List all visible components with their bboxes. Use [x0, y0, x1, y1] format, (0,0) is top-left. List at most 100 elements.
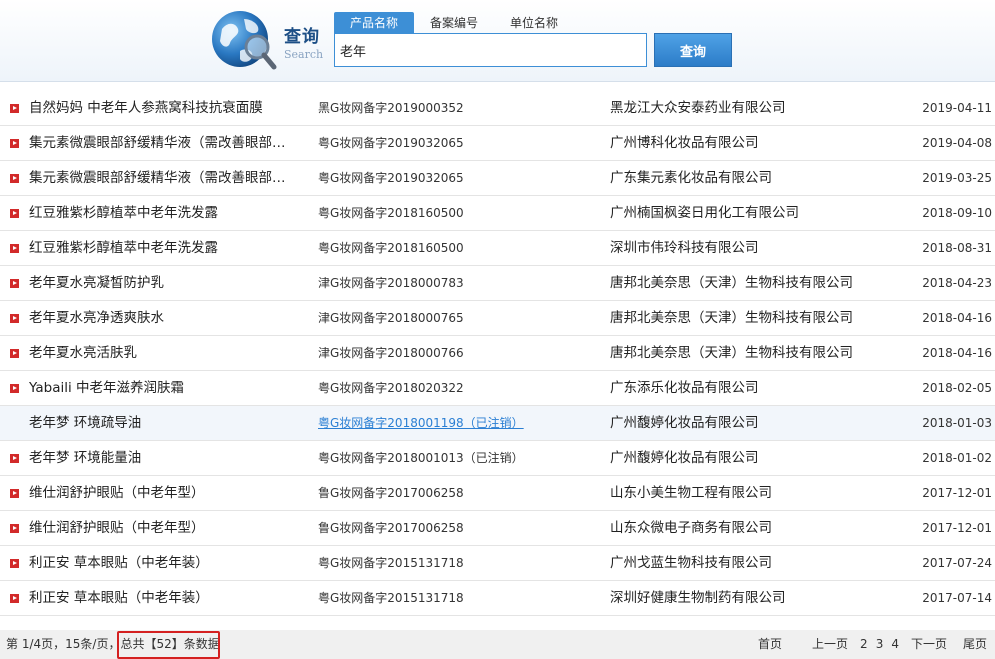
company-name: 深圳市伟玲科技有限公司 [610, 240, 759, 256]
product-name[interactable]: 红豆雅紫杉醇植萃中老年洗发露 [29, 196, 304, 231]
pager: 首页 上一页 2 3 4 下一页 尾页 [750, 630, 995, 659]
record-date: 2019-04-11 [922, 101, 992, 115]
product-name[interactable]: 老年夏水亮凝皙防护乳 [29, 266, 304, 301]
logo-text: 查询 Search [284, 22, 334, 61]
company-name: 广州馥婷化妆品有限公司 [610, 450, 759, 466]
search-tabs: 产品名称 备案编号 单位名称 [334, 12, 574, 34]
table-row[interactable]: 老年梦 环境疏导油 粤G妆网备字2018001198（已注销） 广州馥婷化妆品有限公… [0, 406, 995, 441]
company-name: 黑龙江大众安泰药业有限公司 [610, 100, 786, 116]
company-name: 唐邦北美奈思（天津）生物科技有限公司 [610, 310, 853, 326]
registration-number: 粤G妆网备字2015131718 [318, 556, 464, 570]
arrow-bullet-icon [10, 174, 19, 183]
record-date: 2018-08-31 [922, 241, 992, 255]
last-page-link[interactable]: 尾页 [955, 630, 995, 659]
record-date: 2017-12-01 [922, 521, 992, 535]
registration-number: 粤G妆网备字2015131718 [318, 591, 464, 605]
table-row[interactable]: 老年夏水亮活肤乳 津G妆网备字2018000766 唐邦北美奈思（天津）生物科技有限… [0, 336, 995, 371]
arrow-bullet-icon [10, 559, 19, 568]
product-name[interactable]: Yabaili 中老年滋养润肤霜 [29, 371, 304, 406]
page-link-4[interactable]: 4 [887, 630, 903, 659]
product-name[interactable]: 集元素微震眼部舒缓精华液（需改善眼部… [29, 126, 304, 161]
product-name[interactable]: 老年夏水亮净透爽肤水 [29, 301, 304, 336]
results-list: 自然妈妈 中老年人参燕窝科技抗衰面膜 黑G妆网备字2019000352 黑龙江大众安… [0, 91, 995, 616]
record-date: 2017-07-24 [922, 556, 992, 570]
search-button[interactable]: 查询 [654, 33, 732, 67]
table-row[interactable]: 红豆雅紫杉醇植萃中老年洗发露 粤G妆网备字2018160500 深圳市伟玲科技有限公… [0, 231, 995, 266]
page-link-3[interactable]: 3 [872, 630, 888, 659]
tab-company-name[interactable]: 单位名称 [494, 12, 574, 34]
registration-number: 鲁G妆网备字2017006258 [318, 521, 464, 535]
product-name[interactable]: 自然妈妈 中老年人参燕窝科技抗衰面膜 [29, 91, 304, 126]
table-row[interactable]: 集元素微震眼部舒缓精华液（需改善眼部… 粤G妆网备字2019032065 广州博科化… [0, 126, 995, 161]
product-name[interactable]: 集元素微震眼部舒缓精华液（需改善眼部… [29, 161, 304, 196]
table-row[interactable]: 老年夏水亮凝皙防护乳 津G妆网备字2018000783 唐邦北美奈思（天津）生物科技… [0, 266, 995, 301]
registration-number: 粤G妆网备字2019032065 [318, 136, 464, 150]
search-input[interactable] [334, 33, 647, 67]
product-name[interactable]: 老年梦 环境疏导油 [29, 406, 304, 441]
company-name: 广州戈蓝生物科技有限公司 [610, 555, 772, 571]
product-name[interactable]: 老年梦 环境能量油 [29, 441, 304, 476]
product-name[interactable]: 利正安 草本眼贴（中老年装） [29, 546, 304, 581]
company-name: 唐邦北美奈思（天津）生物科技有限公司 [610, 345, 853, 361]
registration-number: 黑G妆网备字2019000352 [318, 101, 464, 115]
tab-registration-number[interactable]: 备案编号 [414, 12, 494, 34]
registration-number: 津G妆网备字2018000766 [318, 346, 464, 360]
record-date: 2017-12-01 [922, 486, 992, 500]
page-link-2[interactable]: 2 [856, 630, 872, 659]
table-row[interactable]: 自然妈妈 中老年人参燕窝科技抗衰面膜 黑G妆网备字2019000352 黑龙江大众安… [0, 91, 995, 126]
table-row[interactable]: 集元素微震眼部舒缓精华液（需改善眼部… 粤G妆网备字2019032065 广东集元素… [0, 161, 995, 196]
total-count-highlight [117, 631, 220, 659]
arrow-bullet-icon [10, 524, 19, 533]
company-name: 山东众微电子商务有限公司 [610, 520, 772, 536]
registration-number: 粤G妆网备字2018160500 [318, 206, 464, 220]
record-date: 2017-07-14 [922, 591, 992, 605]
company-name: 广州馥婷化妆品有限公司 [610, 415, 759, 431]
next-page-link[interactable]: 下一页 [903, 630, 955, 659]
record-date: 2018-01-03 [922, 416, 992, 430]
registration-number: 粤G妆网备字2018160500 [318, 241, 464, 255]
product-name[interactable]: 维仕润舒护眼贴（中老年型） [29, 476, 304, 511]
table-row[interactable]: 维仕润舒护眼贴（中老年型） 鲁G妆网备字2017006258 山东众微电子商务有限公… [0, 511, 995, 546]
company-name: 广州楠国枫姿日用化工有限公司 [610, 205, 799, 221]
company-name: 山东小美生物工程有限公司 [610, 485, 772, 501]
arrow-bullet-icon [10, 314, 19, 323]
arrow-bullet-icon [10, 209, 19, 218]
arrow-bullet-icon [10, 349, 19, 358]
company-name: 广东集元素化妆品有限公司 [610, 170, 772, 186]
company-name: 唐邦北美奈思（天津）生物科技有限公司 [610, 275, 853, 291]
company-name: 深圳好健康生物制药有限公司 [610, 590, 786, 606]
product-name[interactable]: 利正安 草本眼贴（中老年装） [29, 581, 304, 616]
table-row[interactable]: 老年夏水亮净透爽肤水 津G妆网备字2018000765 唐邦北美奈思（天津）生物科技… [0, 301, 995, 336]
table-row[interactable]: Yabaili 中老年滋养润肤霜 粤G妆网备字2018020322 广东添乐化妆品有… [0, 371, 995, 406]
registration-number: 津G妆网备字2018000765 [318, 311, 464, 325]
prev-page-link[interactable]: 上一页 [804, 630, 856, 659]
pagination-bar: 第 1/4页，15条/页，总共【52】条数据 首页 上一页 2 3 4 下一页 … [0, 630, 995, 659]
logo-subtitle: Search [284, 48, 324, 61]
record-date: 2018-01-02 [922, 451, 992, 465]
search-header: 查询 Search 产品名称 备案编号 单位名称 查询 [0, 0, 995, 82]
registration-number[interactable]: 粤G妆网备字2018001198（已注销） [318, 406, 598, 441]
table-row[interactable]: 红豆雅紫杉醇植萃中老年洗发露 粤G妆网备字2018160500 广州楠国枫姿日用化工… [0, 196, 995, 231]
logo-title: 查询 [284, 27, 320, 47]
product-name[interactable]: 老年夏水亮活肤乳 [29, 336, 304, 371]
registration-number: 粤G妆网备字2018001013（已注销） [318, 451, 524, 465]
tab-product-name[interactable]: 产品名称 [334, 12, 415, 34]
arrow-bullet-icon [10, 244, 19, 253]
record-date: 2019-03-25 [922, 171, 992, 185]
arrow-bullet-icon [10, 279, 19, 288]
registration-number: 津G妆网备字2018000783 [318, 276, 464, 290]
table-row[interactable]: 维仕润舒护眼贴（中老年型） 鲁G妆网备字2017006258 山东小美生物工程有限公… [0, 476, 995, 511]
table-row[interactable]: 利正安 草本眼贴（中老年装） 粤G妆网备字2015131718 广州戈蓝生物科技有限… [0, 546, 995, 581]
record-date: 2018-04-16 [922, 346, 992, 360]
arrow-bullet-icon [10, 454, 19, 463]
arrow-bullet-icon [10, 139, 19, 148]
product-name[interactable]: 红豆雅紫杉醇植萃中老年洗发露 [29, 231, 304, 266]
record-date: 2018-04-16 [922, 311, 992, 325]
first-page-link[interactable]: 首页 [750, 630, 790, 659]
registration-number: 粤G妆网备字2018020322 [318, 381, 464, 395]
table-row[interactable]: 老年梦 环境能量油 粤G妆网备字2018001013（已注销） 广州馥婷化妆品有限公… [0, 441, 995, 476]
table-row[interactable]: 利正安 草本眼贴（中老年装） 粤G妆网备字2015131718 深圳好健康生物制药有… [0, 581, 995, 616]
arrow-bullet-icon [10, 489, 19, 498]
company-name: 广州博科化妆品有限公司 [610, 135, 759, 151]
product-name[interactable]: 维仕润舒护眼贴（中老年型） [29, 511, 304, 546]
